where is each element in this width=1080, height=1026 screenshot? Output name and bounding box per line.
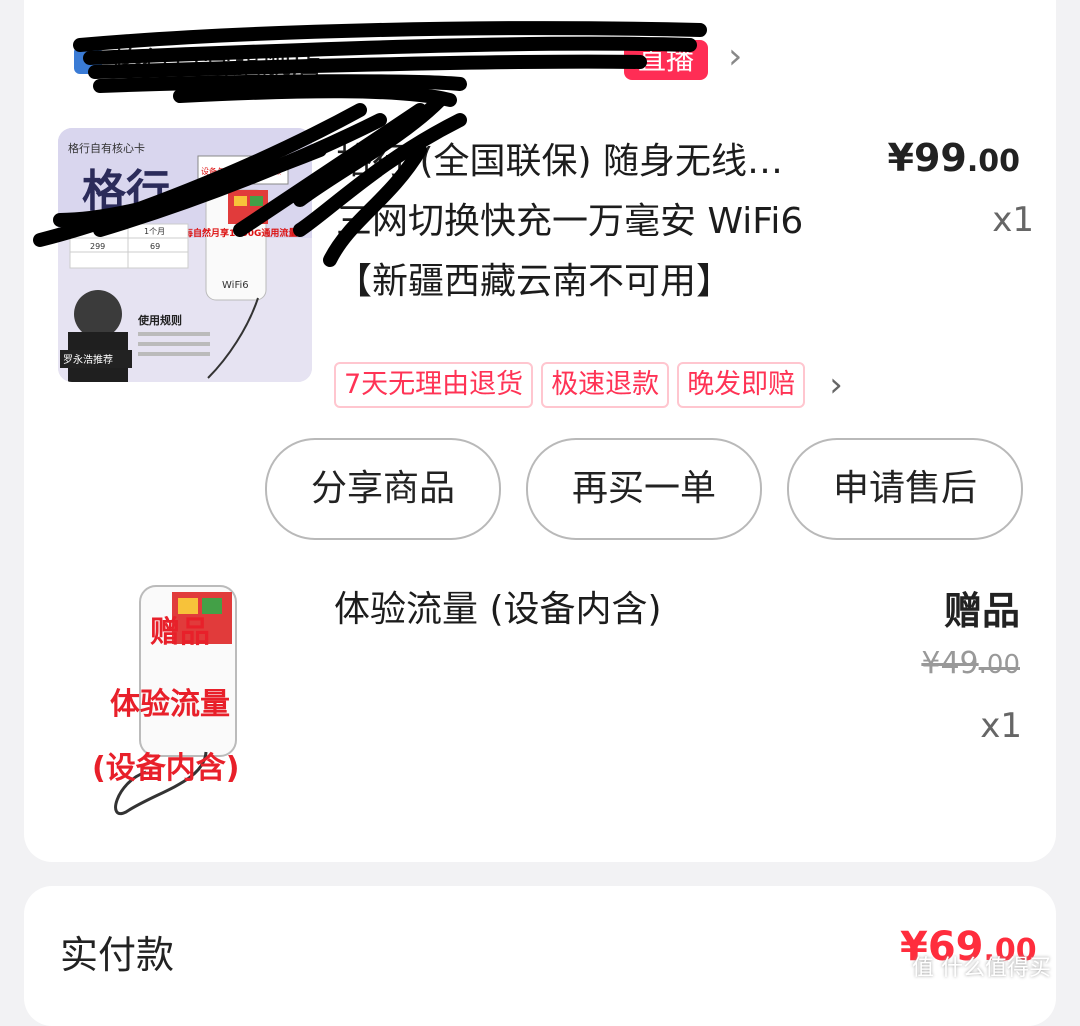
thumb-table-val-2: 69 (150, 242, 160, 251)
chevron-right-icon[interactable]: › (728, 36, 742, 77)
live-badge[interactable]: 直播 (624, 40, 709, 80)
rebuy-button[interactable]: 再买一单 (526, 438, 762, 540)
product-price: ¥99.00 (888, 136, 1020, 180)
chevron-right-icon[interactable]: › (829, 365, 843, 405)
product-title[interactable]: 格行 (全国联保) 随身无线… 三网切换快充一万毫安 WiFi6【新疆西藏云南不… (336, 132, 836, 312)
service-tags[interactable]: 7天无理由退货 极速退款 晚发即赔 › (334, 362, 843, 408)
thumb-badge: 设备与流量均全国联保 (201, 166, 281, 176)
thumb-presenter: 罗永浩推荐 (63, 353, 113, 366)
thumb-banner: 每自然月享1500G通用流量 (184, 227, 297, 239)
thumb-table-val-1: 299 (90, 242, 105, 251)
store-logo-icon (74, 46, 102, 74)
gift-thumbnail[interactable]: 赠品 体验流量 (设备内含) (86, 582, 276, 822)
product-quantity: x1 (992, 200, 1034, 240)
product-image: 格行自有核心卡 格行 设备与流量均全国联保 WiFi6 每自然月享1500G通用… (58, 128, 312, 382)
thumb-rule-title: 使用规则 (137, 313, 182, 327)
gift-img-text-1: 赠品 (150, 615, 210, 650)
thumb-table-head: 1个月 (144, 227, 165, 236)
product-title-line1: 格行 (全国联保) 随身无线… (336, 141, 783, 182)
gift-quantity: x1 (980, 706, 1022, 746)
thumb-device-label: WiFi6 (222, 280, 249, 291)
product-price-int: ¥99 (887, 136, 967, 180)
gift-image: 赠品 体验流量 (设备内含) (92, 585, 239, 816)
thumb-brand: 格行自有核心卡 (68, 141, 145, 155)
product-title-rest: 三网切换快充一万毫安 WiFi6【新疆西藏云南不可用】 (336, 201, 804, 302)
gift-orig-int: ¥49 (921, 646, 979, 681)
gift-label: 赠品 (943, 589, 1020, 633)
aftersale-button[interactable]: 申请售后 (787, 438, 1023, 540)
gift-img-text-3: (设备内含) (92, 751, 239, 786)
store-header[interactable]: 格行自营旗舰店 (74, 36, 322, 84)
store-name: 格行自营旗舰店 (112, 46, 322, 81)
gift-img-text-2: 体验流量 (110, 687, 230, 722)
gift-title[interactable]: 体验流量 (设备内含) (334, 580, 662, 632)
tag-refund: 极速退款 (541, 362, 670, 408)
tag-return: 7天无理由退货 (334, 362, 534, 408)
product-thumbnail[interactable]: 格行自有核心卡 格行 设备与流量均全国联保 WiFi6 每自然月享1500G通用… (58, 128, 312, 382)
product-price-dec: .00 (966, 144, 1020, 179)
share-button[interactable]: 分享商品 (265, 438, 501, 540)
thumb-big-text: 格行 (82, 166, 170, 217)
watermark: 值 什么值得买 (912, 956, 1051, 981)
gift-orig-dec: .00 (978, 650, 1020, 680)
payment-label: 实付款 (60, 933, 175, 977)
tag-late-compensation: 晚发即赔 (677, 362, 806, 408)
gift-original-price: ¥49.00 (921, 646, 1020, 681)
